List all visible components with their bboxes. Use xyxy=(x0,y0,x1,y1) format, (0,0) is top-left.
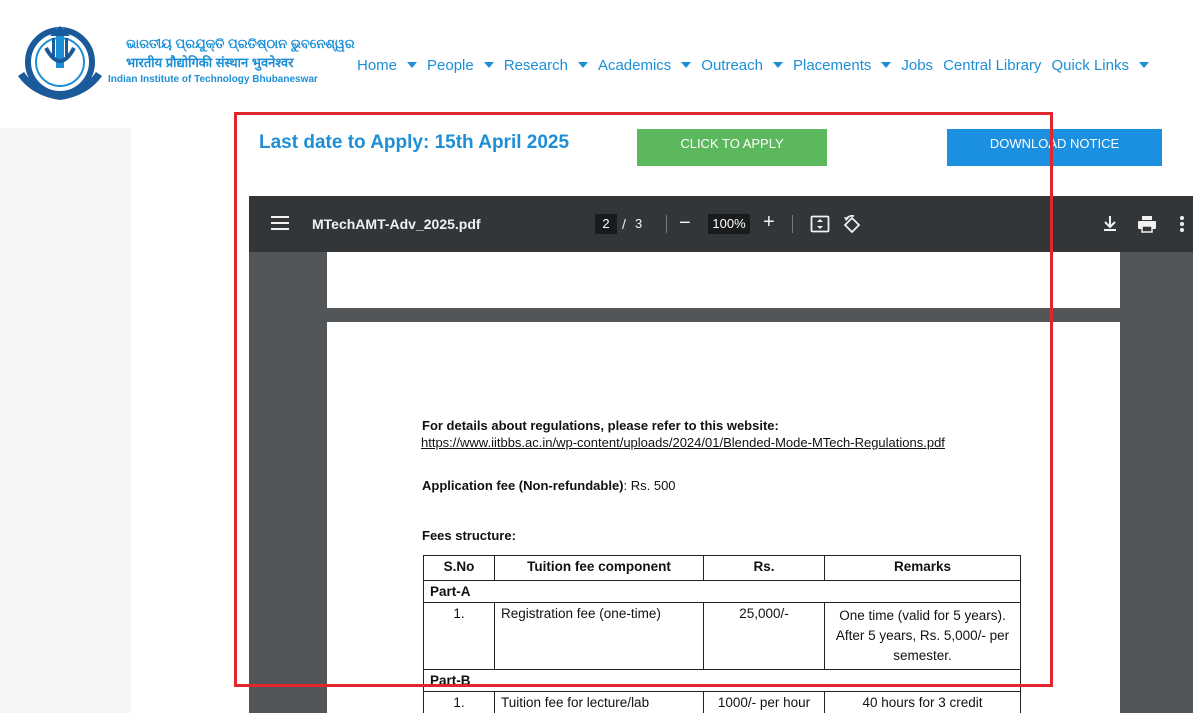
cell-rs: 1000/- per hour xyxy=(703,691,825,713)
logo-english-name: Indian Institute of Technology Bhubanesw… xyxy=(108,74,318,85)
nav-outreach-label: Outreach xyxy=(701,56,763,74)
nav-jobs[interactable]: Jobs xyxy=(901,57,933,74)
table-section-row: Part-B xyxy=(423,669,1021,692)
cell-sno: 1. xyxy=(423,691,495,713)
nav-jobs-label: Jobs xyxy=(901,56,934,74)
zoom-level-input[interactable]: 100% xyxy=(708,214,750,234)
caret-down-icon xyxy=(773,62,783,68)
nav-placements-label: Placements xyxy=(793,56,872,74)
cell-remarks: One time (valid for 5 years). After 5 ye… xyxy=(824,602,1021,670)
application-fee-value: : Rs. 500 xyxy=(623,478,676,493)
nav-people-label: People xyxy=(427,56,474,74)
nav-quick-links-label: Quick Links xyxy=(1051,56,1129,74)
part-a-label: Part-A xyxy=(423,580,1021,603)
application-fee-label: Application fee (Non-refundable) xyxy=(422,478,624,493)
menu-icon[interactable] xyxy=(271,216,289,230)
download-icon[interactable] xyxy=(1102,215,1118,233)
pdf-page-2: For details about regulations, please re… xyxy=(327,322,1120,713)
nav-placements[interactable]: Placements xyxy=(793,56,892,74)
pdf-toolbar: MTechAMT-Adv_2025.pdf 2 / 3 − 100% + xyxy=(249,196,1193,252)
iit-emblem-icon xyxy=(18,26,102,100)
toolbar-divider xyxy=(666,215,667,233)
logo-hindi-name: भारतीय प्रौद्योगिकी संस्थान भुवनेश्वर xyxy=(126,55,294,70)
pdf-viewer[interactable]: MTechAMT-Adv_2025.pdf 2 / 3 − 100% + For… xyxy=(249,196,1193,713)
fees-structure-heading: Fees structure: xyxy=(422,528,516,543)
nav-quick-links[interactable]: Quick Links xyxy=(1051,57,1149,74)
nav-home-label: Home xyxy=(357,56,398,74)
table-header-row: S.No Tuition fee component Rs. Remarks xyxy=(423,555,1021,581)
zoom-out-icon[interactable]: − xyxy=(679,212,691,235)
print-icon[interactable] xyxy=(1137,215,1157,233)
header-component: Tuition fee component xyxy=(494,555,704,581)
table-row: 1. Registration fee (one-time) 25,000/- … xyxy=(423,602,1021,670)
caret-down-icon xyxy=(483,62,494,68)
toolbar-divider xyxy=(792,215,793,233)
page-number-input[interactable]: 2 xyxy=(595,214,617,234)
regulations-link[interactable]: https://www.iitbbs.ac.in/wp-content/uplo… xyxy=(421,435,945,450)
cell-component: Tuition fee for lecture/lab xyxy=(494,691,704,713)
institute-logo[interactable]: ଭାରତୀୟ ପ୍ରଯୁକ୍ତି ପ୍ରତିଷ୍ଠାନ ଭୁବନେଶ୍ୱର भा… xyxy=(12,18,355,108)
nav-people[interactable]: People xyxy=(427,57,494,74)
download-notice-button[interactable]: DOWNLOAD NOTICE xyxy=(947,129,1162,166)
caret-down-icon xyxy=(1138,62,1149,68)
total-pages: 3 xyxy=(635,216,643,231)
caret-down-icon xyxy=(407,62,418,68)
cell-rs: 25,000/- xyxy=(703,602,825,670)
caret-down-icon xyxy=(681,62,692,68)
table-section-row: Part-A xyxy=(423,580,1021,603)
application-fee: Application fee (Non-refundable): Rs. 50… xyxy=(422,478,676,493)
nav-research[interactable]: Research xyxy=(504,57,588,74)
click-to-apply-button[interactable]: CLICK TO APPLY xyxy=(637,129,827,166)
zoom-in-icon[interactable]: + xyxy=(763,211,775,234)
last-date-heading: Last date to Apply: 15th April 2025 xyxy=(259,132,570,153)
fit-to-page-icon[interactable] xyxy=(810,215,830,233)
fees-table: S.No Tuition fee component Rs. Remarks P… xyxy=(423,555,1021,713)
caret-down-icon xyxy=(881,62,892,68)
caret-down-icon xyxy=(577,62,588,68)
header-remarks: Remarks xyxy=(824,555,1021,581)
page-separator: / xyxy=(622,216,626,232)
header-sno: S.No xyxy=(423,555,495,581)
nav-academics-label: Academics xyxy=(597,56,672,74)
nav-outreach[interactable]: Outreach xyxy=(701,57,783,74)
rotate-icon[interactable] xyxy=(842,215,862,235)
nav-academics[interactable]: Academics xyxy=(597,56,692,74)
cell-sno: 1. xyxy=(423,602,495,670)
cell-remarks: 40 hours for 3 credit xyxy=(824,691,1021,713)
pdf-page-1 xyxy=(327,252,1120,308)
cell-component: Registration fee (one-time) xyxy=(494,602,704,670)
pdf-filename: MTechAMT-Adv_2025.pdf xyxy=(312,216,481,232)
logo-odia-name: ଭାରତୀୟ ପ୍ରଯୁକ୍ତି ପ୍ରତିଷ୍ଠାନ ଭୁବନେଶ୍ୱର xyxy=(126,36,355,51)
left-sidebar-background xyxy=(0,128,131,713)
nav-home[interactable]: Home xyxy=(357,56,418,74)
header-rs: Rs. xyxy=(703,555,825,581)
nav-central-library[interactable]: Central Library xyxy=(943,57,1041,74)
nav-research-label: Research xyxy=(503,56,568,74)
more-options-icon[interactable] xyxy=(1179,215,1185,233)
regulations-heading: For details about regulations, please re… xyxy=(422,418,779,433)
nav-central-library-label: Central Library xyxy=(943,56,1042,74)
part-b-label: Part-B xyxy=(423,669,1021,692)
table-row: 1. Tuition fee for lecture/lab 1000/- pe… xyxy=(423,691,1021,713)
main-nav: Home People Research Academics Outreach … xyxy=(357,54,1159,76)
